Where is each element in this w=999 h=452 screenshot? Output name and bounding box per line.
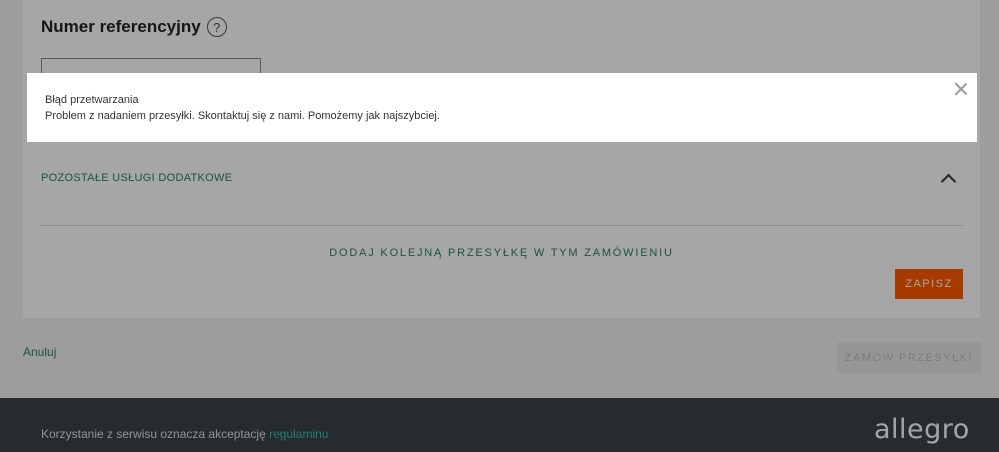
modal-title: Błąd przetwarzania — [45, 94, 139, 106]
error-modal: Błąd przetwarzania Problem z nadaniem pr… — [27, 73, 977, 142]
page: Numer referencyjny ? POZOSTAŁE USŁUGI DO… — [0, 0, 999, 452]
modal-overlay[interactable] — [0, 0, 999, 452]
close-icon[interactable] — [953, 81, 969, 97]
modal-message: Problem z nadaniem przesyłki. Skontaktuj… — [45, 110, 440, 122]
